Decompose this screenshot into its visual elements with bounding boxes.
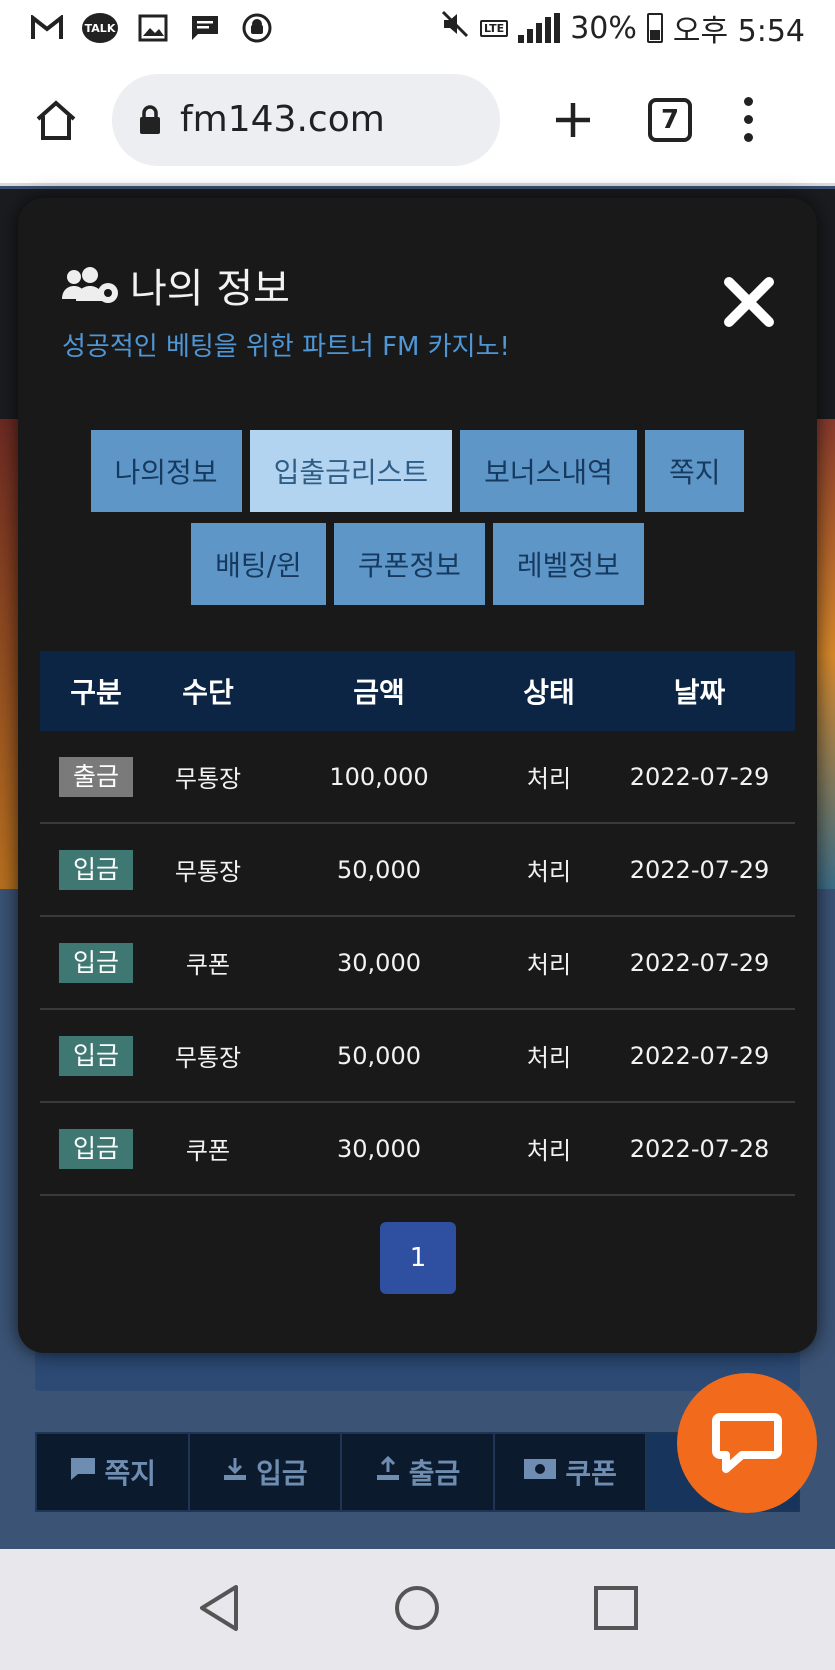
transaction-table: 구분 수단 금액 상태 날짜 출금 무통장 100,000 처리 2022-07…	[40, 651, 795, 1196]
date-cell: 2022-07-29	[629, 855, 770, 884]
home-button[interactable]	[30, 94, 82, 146]
mute-icon	[440, 9, 470, 47]
plus-icon	[556, 102, 590, 137]
type-badge: 입금	[59, 849, 133, 890]
back-triangle-icon	[199, 1584, 238, 1631]
back-button[interactable]	[196, 1583, 242, 1637]
tab-switcher-button[interactable]: 7	[648, 97, 692, 142]
type-badge: 입금	[59, 1035, 133, 1076]
tab-coupon-info[interactable]: 쿠폰정보	[333, 523, 485, 605]
address-bar[interactable]: fm143.com	[112, 73, 500, 166]
method-cell: 무통장	[174, 1044, 242, 1072]
recents-square-icon	[594, 1585, 639, 1630]
chat-icon	[712, 1413, 782, 1473]
method-cell: 쿠폰	[185, 951, 231, 979]
type-badge: 입금	[59, 942, 133, 983]
new-tab-button[interactable]	[548, 95, 598, 145]
status-cell: 처리	[526, 858, 572, 886]
bottom-nav-message[interactable]: 쪽지	[37, 1434, 190, 1510]
col-status: 상태	[523, 676, 575, 709]
table-row: 입금 무통장 50,000 처리 2022-07-29	[40, 1010, 795, 1103]
amount-cell: 50,000	[337, 855, 421, 884]
url-text: fm143.com	[180, 99, 385, 140]
type-badge: 출금	[59, 756, 133, 797]
table-row: 입금 무통장 50,000 처리 2022-07-29	[40, 824, 795, 917]
table-row: 출금 무통장 100,000 처리 2022-07-29	[40, 731, 795, 824]
download-icon	[222, 1456, 248, 1488]
home-circle-icon	[395, 1585, 440, 1630]
battery-percent: 30%	[570, 10, 637, 46]
table-row: 입금 쿠폰 30,000 처리 2022-07-28	[40, 1103, 795, 1196]
tab-transaction-list[interactable]: 입출금리스트	[249, 430, 453, 512]
tab-betting-win[interactable]: 배팅/윈	[191, 523, 326, 605]
bottom-nav-deposit[interactable]: 입금	[190, 1434, 343, 1510]
page-1-button[interactable]: 1	[380, 1222, 456, 1294]
type-badge: 입금	[59, 1128, 133, 1169]
live-chat-button[interactable]	[677, 1373, 817, 1513]
message-icon	[69, 1456, 97, 1488]
bottom-nav-coupon[interactable]: 쿠폰	[495, 1434, 648, 1510]
method-cell: 쿠폰	[185, 1137, 231, 1165]
home-icon	[36, 99, 76, 140]
col-amount: 금액	[353, 676, 405, 709]
tab-level-info[interactable]: 레벨정보	[492, 523, 644, 605]
status-cell: 처리	[526, 1137, 572, 1165]
clock: 오후 5:54	[672, 14, 805, 49]
tab-row-1: 나의정보 입출금리스트 보너스내역 쪽지	[18, 430, 817, 512]
status-cell: 처리	[526, 951, 572, 979]
close-icon	[724, 277, 774, 327]
android-sync-icon	[240, 13, 274, 43]
users-cog-icon	[62, 265, 120, 305]
col-date: 날짜	[673, 676, 726, 709]
money-icon	[523, 1458, 557, 1486]
method-cell: 무통장	[174, 858, 242, 886]
upload-icon	[375, 1455, 401, 1488]
home-system-button[interactable]	[393, 1584, 441, 1636]
tab-bonus-history[interactable]: 보너스내역	[460, 430, 637, 512]
amount-cell: 100,000	[329, 762, 429, 791]
table-row: 입금 쿠폰 30,000 처리 2022-07-29	[40, 917, 795, 1010]
modal-subtitle: 성공적인 베팅을 위한 파트너 FM 카지노!	[62, 332, 510, 362]
date-cell: 2022-07-29	[629, 948, 770, 977]
lock-icon	[140, 104, 160, 134]
amount-cell: 30,000	[337, 1134, 421, 1163]
date-cell: 2022-07-28	[629, 1134, 770, 1163]
status-cell: 처리	[526, 765, 572, 793]
date-cell: 2022-07-29	[629, 762, 770, 791]
bottom-nav-withdraw[interactable]: 출금	[342, 1434, 495, 1510]
col-type: 구분	[70, 676, 122, 709]
amount-cell: 50,000	[337, 1041, 421, 1070]
message-notification-icon	[188, 13, 222, 43]
tab-row-2: 배팅/윈 쿠폰정보 레벨정보	[18, 523, 817, 605]
lte-icon: LTE	[479, 19, 509, 37]
kakaotalk-icon: TALK	[82, 13, 118, 43]
amount-cell: 30,000	[337, 948, 421, 977]
system-navigation-bar	[0, 1549, 835, 1670]
gallery-icon	[136, 13, 170, 43]
tab-messages[interactable]: 쪽지	[644, 430, 745, 512]
gmail-icon	[30, 13, 64, 43]
browser-toolbar: fm143.com 7	[0, 56, 835, 186]
battery-icon	[646, 13, 663, 43]
close-button[interactable]	[723, 276, 775, 328]
recents-button[interactable]	[593, 1585, 639, 1635]
status-cell: 처리	[526, 1044, 572, 1072]
more-menu-icon[interactable]	[744, 97, 753, 142]
modal-title: 나의 정보	[130, 266, 290, 312]
signal-icon	[518, 13, 561, 43]
date-cell: 2022-07-29	[629, 1041, 770, 1070]
tab-my-info[interactable]: 나의정보	[90, 430, 242, 512]
status-bar: TALK LTE 30% 오후 5:54	[0, 0, 835, 56]
table-header: 구분 수단 금액 상태 날짜	[40, 651, 795, 731]
col-method: 수단	[182, 676, 234, 709]
method-cell: 무통장	[174, 765, 242, 793]
my-info-modal: 나의 정보 성공적인 베팅을 위한 파트너 FM 카지노! 나의정보 입출금리스…	[18, 198, 817, 1353]
